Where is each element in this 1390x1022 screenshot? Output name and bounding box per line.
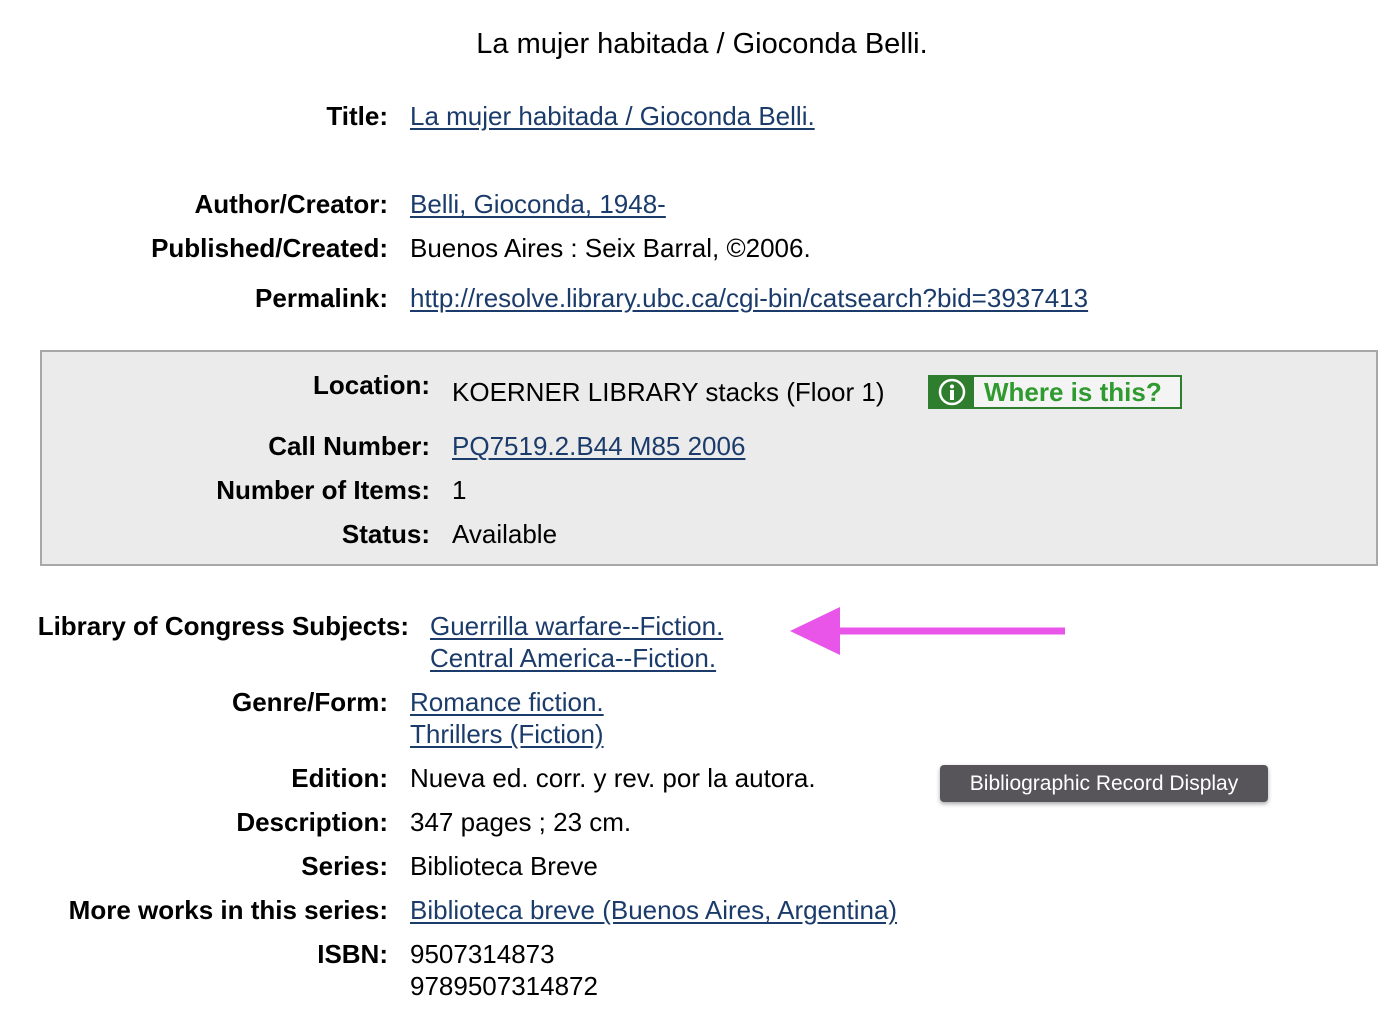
more-works-label: More works in this series: xyxy=(68,895,388,925)
edition-label: Edition: xyxy=(291,763,388,793)
status-label: Status: xyxy=(341,519,430,549)
title-label: Title: xyxy=(326,101,388,131)
where-is-this-button[interactable]: Where is this? xyxy=(928,375,1182,409)
location-value: KOERNER LIBRARY stacks (Floor 1) xyxy=(452,377,885,407)
page-title: La mujer habitada / Gioconda Belli. xyxy=(476,28,928,60)
tooltip: Bibliographic Record Display xyxy=(940,765,1268,802)
genre-link[interactable]: Thrillers (Fiction) xyxy=(410,719,604,750)
isbn-label: ISBN: xyxy=(317,939,388,969)
info-icon xyxy=(930,377,974,407)
where-is-this-label: Where is this? xyxy=(984,376,1162,407)
subject-link[interactable]: Guerrilla warfare--Fiction. xyxy=(430,611,723,642)
description-label: Description: xyxy=(236,807,388,837)
isbn-value: 9507314873 xyxy=(410,939,555,969)
published-label: Published/Created: xyxy=(151,233,388,263)
permalink-link[interactable]: http://resolve.library.ubc.ca/cgi-bin/ca… xyxy=(410,283,1088,314)
subject-link[interactable]: Central America--Fiction. xyxy=(430,643,716,674)
call-number-label: Call Number: xyxy=(268,431,430,461)
left-arrow-annotation xyxy=(790,607,1065,655)
title-link[interactable]: La mujer habitada / Gioconda Belli. xyxy=(410,101,815,132)
series-value: Biblioteca Breve xyxy=(410,851,598,881)
call-number-link[interactable]: PQ7519.2.B44 M85 2006 xyxy=(452,431,745,462)
genre-label: Genre/Form: xyxy=(231,687,388,717)
edition-value: Nueva ed. corr. y rev. por la autora. xyxy=(410,763,816,793)
genre-link[interactable]: Romance fiction. xyxy=(410,687,604,718)
permalink-label: Permalink: xyxy=(255,283,388,313)
series-label: Series: xyxy=(301,851,388,881)
more-works-link[interactable]: Biblioteca breve (Buenos Aires, Argentin… xyxy=(410,895,897,926)
author-label: Author/Creator: xyxy=(194,189,388,219)
location-label: Location: xyxy=(313,370,430,400)
subjects-label: Library of Congress Subjects: xyxy=(37,611,409,641)
author-link[interactable]: Belli, Gioconda, 1948- xyxy=(410,189,666,220)
description-value: 347 pages ; 23 cm. xyxy=(410,807,632,837)
status-value: Available xyxy=(452,519,558,549)
items-label: Number of Items: xyxy=(216,475,430,505)
isbn-value: 9789507314872 xyxy=(410,971,598,1001)
published-value: Buenos Aires : Seix Barral, ©2006. xyxy=(410,233,811,263)
items-value: 1 xyxy=(452,475,467,505)
